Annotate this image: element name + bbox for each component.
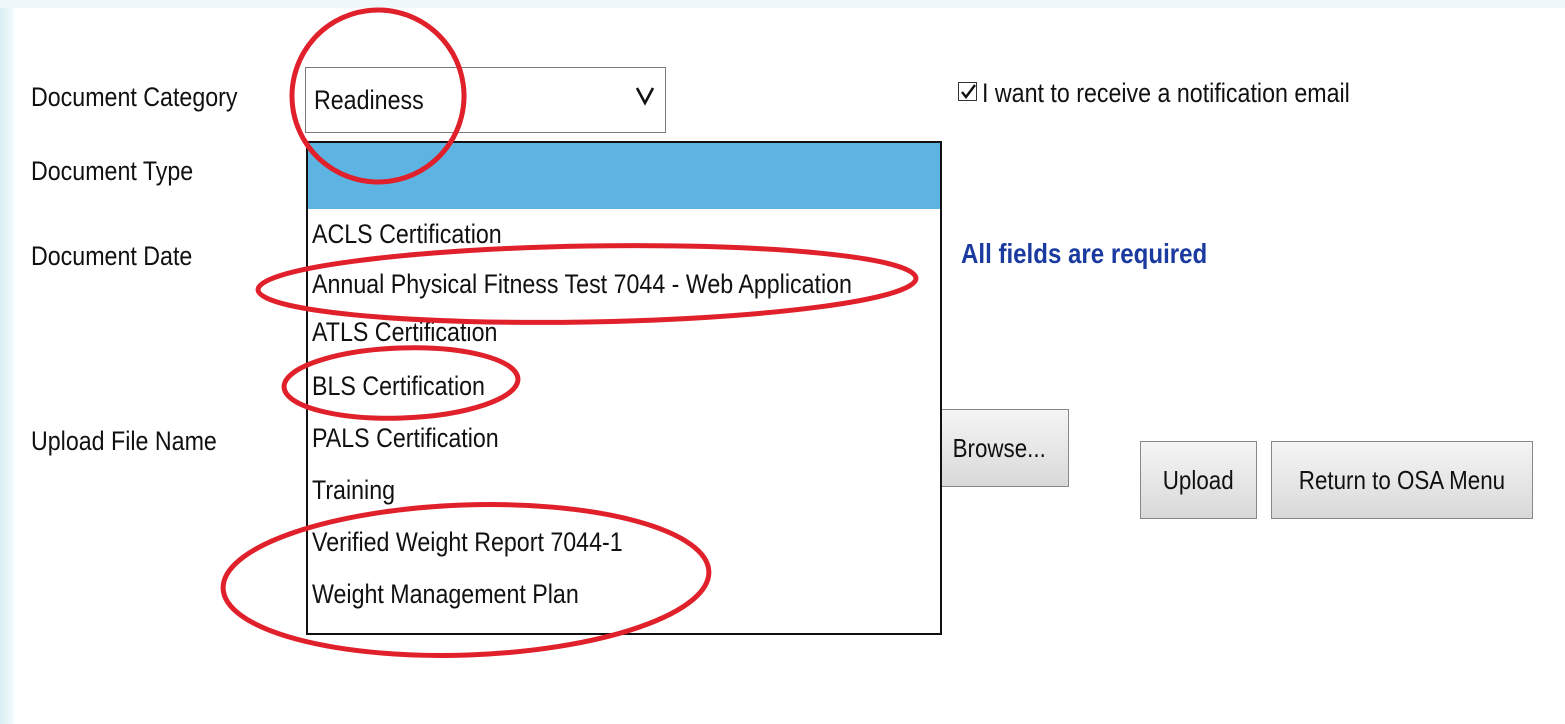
option-atls-certification[interactable]: ATLS Certification: [312, 317, 497, 348]
chevron-down-icon: [635, 87, 655, 106]
option-acls-certification[interactable]: ACLS Certification: [312, 219, 502, 250]
document-date-label: Document Date: [31, 241, 193, 271]
required-fields-notice: All fields are required: [961, 238, 1208, 269]
page-top-strip: [0, 0, 1565, 8]
document-category-label: Document Category: [31, 82, 238, 112]
option-weight-management-plan[interactable]: Weight Management Plan: [312, 579, 579, 610]
browse-button[interactable]: Browse...: [930, 409, 1069, 487]
document-category-select[interactable]: Readiness: [305, 67, 666, 133]
option-bls-certification[interactable]: BLS Certification: [312, 371, 485, 402]
document-type-label: Document Type: [31, 156, 194, 186]
option-annual-physical-fitness-test[interactable]: Annual Physical Fitness Test 7044 - Web …: [312, 269, 852, 300]
dropdown-highlighted-option[interactable]: [308, 143, 940, 209]
upload-file-name-label: Upload File Name: [31, 426, 217, 456]
checkmark-icon: [961, 84, 976, 99]
return-to-osa-menu-button[interactable]: Return to OSA Menu: [1271, 441, 1533, 519]
document-category-value: Readiness: [314, 85, 424, 115]
document-type-dropdown-list[interactable]: ACLS Certification Annual Physical Fitne…: [306, 141, 942, 635]
upload-button[interactable]: Upload: [1140, 441, 1257, 519]
option-pals-certification[interactable]: PALS Certification: [312, 423, 499, 454]
notification-checkbox[interactable]: [958, 82, 977, 101]
option-verified-weight-report[interactable]: Verified Weight Report 7044-1: [312, 527, 623, 558]
option-training[interactable]: Training: [312, 475, 395, 506]
notification-label: I want to receive a notification email: [982, 78, 1350, 108]
